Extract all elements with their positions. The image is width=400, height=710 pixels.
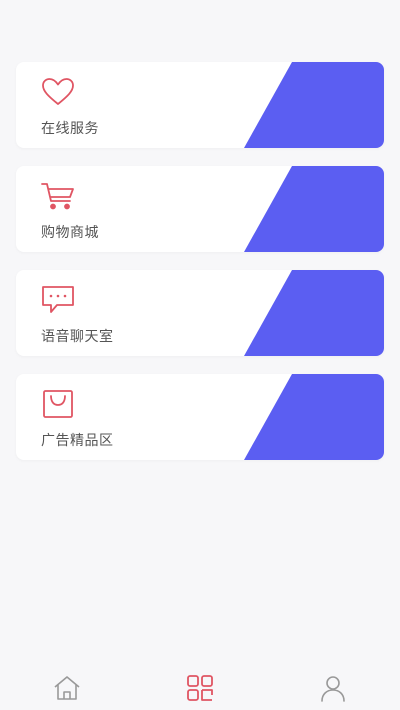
shopping-cart-icon [40,180,76,212]
menu-card-label: 在线服务 [41,121,99,137]
accent-shape [244,270,384,356]
chat-bubble-icon [40,284,76,316]
menu-card-shopping-mall[interactable]: 购物商城 [16,166,384,252]
heart-icon [40,76,76,108]
app-screen: 在线服务 购物商城 语音聊天室 广告精品区 [0,0,400,710]
menu-card-online-service[interactable]: 在线服务 [16,62,384,148]
grid-icon [185,673,215,703]
menu-card-label: 购物商城 [41,225,99,241]
accent-shape [244,166,384,252]
menu-card-voice-chat-room[interactable]: 语音聊天室 [16,270,384,356]
tab-grid[interactable] [180,670,220,706]
home-icon [52,673,82,703]
accent-shape [244,374,384,460]
menu-card-ad-boutique[interactable]: 广告精品区 [16,374,384,460]
menu-card-label: 语音聊天室 [41,329,114,345]
shopping-bag-icon [40,388,76,420]
tab-profile[interactable] [313,670,353,706]
bottom-tab-bar [0,666,400,710]
menu-card-list: 在线服务 购物商城 语音聊天室 广告精品区 [16,62,384,478]
tab-home[interactable] [47,670,87,706]
user-icon [318,673,348,703]
menu-card-label: 广告精品区 [41,433,114,449]
accent-shape [244,62,384,148]
